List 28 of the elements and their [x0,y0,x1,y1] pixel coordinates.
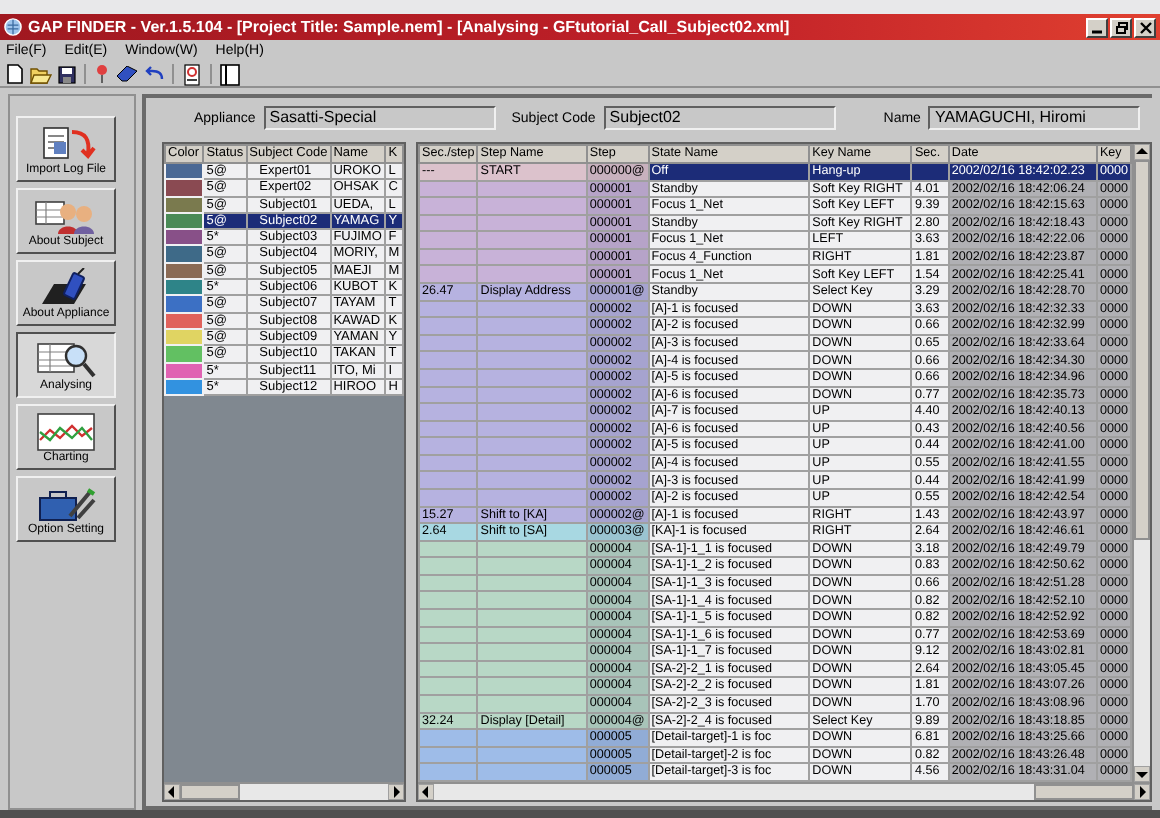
appliance-field[interactable]: Sasatti-Special [263,106,496,130]
name-field[interactable]: YAMAGUCHI, Hiromi [928,106,1141,130]
scroll-up-arrow[interactable] [1134,144,1150,160]
minimize-button[interactable] [1086,17,1108,37]
save-icon[interactable] [58,65,76,83]
window-icon[interactable] [220,63,240,85]
new-file-icon[interactable] [6,64,24,84]
close-button[interactable] [1134,17,1156,37]
people-icon [34,196,98,236]
magnifier-table-icon [34,340,98,380]
open-folder-icon[interactable] [30,65,52,83]
undo-icon[interactable] [144,66,164,82]
scroll-left-arrow[interactable] [418,784,434,800]
subject-code-field[interactable]: Subject02 [603,106,836,130]
report-icon[interactable] [182,63,202,85]
globe-icon [4,18,22,36]
restore-icon [1115,21,1127,33]
restore-button[interactable] [1110,17,1132,37]
scroll-right-arrow[interactable] [1134,784,1150,800]
close-icon [1139,21,1151,33]
scroll-right-arrow[interactable] [388,784,404,800]
line-chart-icon [34,412,98,452]
pin-icon[interactable] [94,64,110,84]
window-title: GAP FINDER - Ver.1.5.104 - [Project Title: Sample.nem] - [Analysing - GFtutorial_Call_Subject02.xml] [28,18,792,36]
scroll-down-arrow[interactable] [1134,766,1150,782]
scroll-left-arrow[interactable] [164,784,180,800]
eraser-icon[interactable] [116,66,138,82]
toolbox-icon [34,484,98,524]
